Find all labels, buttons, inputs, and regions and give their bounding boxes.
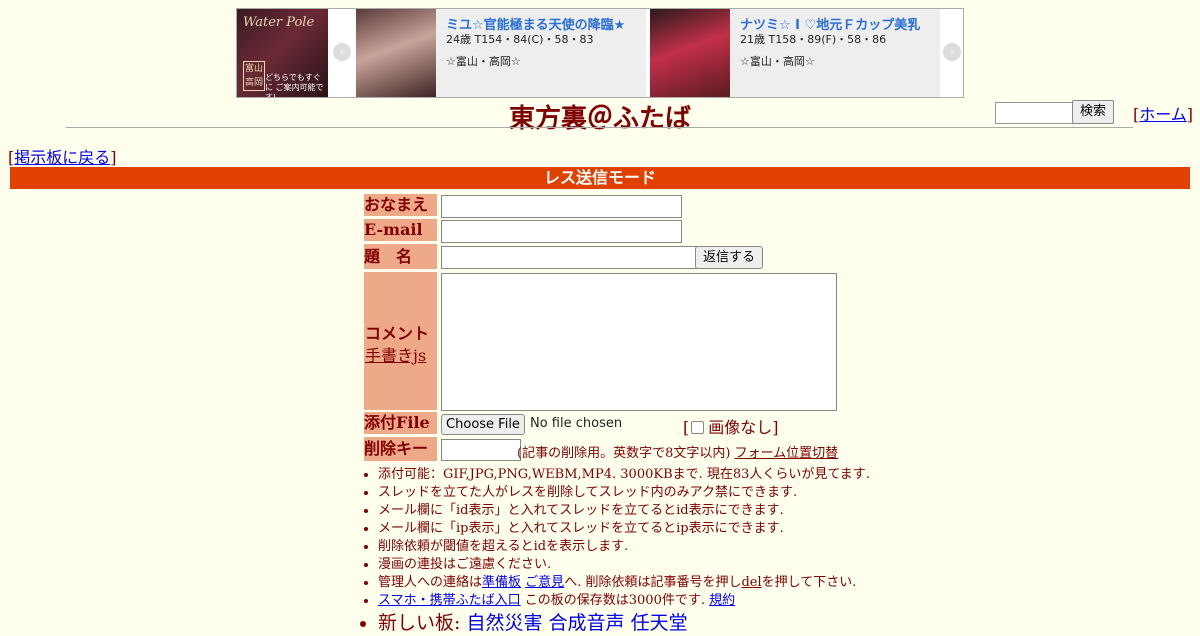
contact-item: 管理人への連絡は準備板 ご意見へ. 削除依頼は記事番号を押しdelを押して下さい… xyxy=(378,574,938,592)
banner-card[interactable]: ナツミ☆ I ♡地元Ｆカップ美乳 21歳 T158・89(F)・58・86 ☆富… xyxy=(650,9,940,97)
comment-label: コメント xyxy=(365,324,430,343)
banner-next-icon[interactable]: › xyxy=(943,43,961,61)
new-board-link[interactable]: 任天堂 xyxy=(631,612,688,634)
new-board-link[interactable]: 合成音声 xyxy=(549,612,625,634)
banner-side-image[interactable]: Water Pole 富山 高岡 どちらでもすぐに ご案内可能です! xyxy=(237,9,328,97)
card-spec: 24歳 T154・84(C)・58・83 xyxy=(446,33,594,46)
delkey-note: (記事の削除用。英数字で8文字以内) フォーム位置切替 xyxy=(517,442,838,461)
no-image-label: 画像なし xyxy=(708,418,773,437)
card-spec: 21歳 T158・89(F)・58・86 xyxy=(740,33,887,46)
reply-mode-bar: レス送信モード xyxy=(10,167,1190,189)
home-link-wrap: [ホーム] xyxy=(1133,105,1194,124)
delkey-note-text: (記事の削除用。英数字で8文字以内) xyxy=(517,446,731,461)
new-boards-label: 新しい板: xyxy=(378,612,461,634)
form-position-toggle-link[interactable]: フォーム位置切替 xyxy=(735,446,839,461)
search-button[interactable]: 検索 xyxy=(1072,100,1114,124)
mobile-text: この板の保存数は3000件です. xyxy=(520,593,705,608)
comment-field[interactable] xyxy=(441,273,837,411)
banner-card[interactable]: ミユ☆官能極まる天使の降臨★ 24歳 T154・84(C)・58・83 ☆富山・… xyxy=(356,9,646,97)
feedback-link[interactable]: ご意見 xyxy=(525,575,564,590)
file-label: 添付File xyxy=(364,412,437,434)
ad-banner[interactable]: Water Pole 富山 高岡 どちらでもすぐに ご案内可能です! ‹ ミユ☆… xyxy=(236,8,964,98)
mobile-item: スマホ・携帯ふたば入口 この板の保存数は3000件です. 規約 xyxy=(378,592,938,610)
reply-submit-button[interactable]: 返信する xyxy=(695,246,763,269)
delkey-label: 削除キー xyxy=(364,437,437,461)
list-item: 漫画の連投はご遠慮ください. xyxy=(378,556,938,574)
subject-field[interactable] xyxy=(441,246,699,269)
banner-side-badge: 富山 高岡 xyxy=(243,61,265,91)
contact-mid: へ. 削除依頼は記事番号を押し xyxy=(564,575,742,590)
list-item: メール欄に「ip表示」と入れてスレッドを立てるとip表示にできます. xyxy=(378,520,938,538)
prep-board-link[interactable]: 準備板 xyxy=(482,575,521,590)
rules-list: 添付可能：GIF,JPG,PNG,WEBM,MP4. 3000KBまで. 現在8… xyxy=(360,466,938,636)
file-status: No file chosen xyxy=(530,416,623,431)
banner-prev-icon[interactable]: ‹ xyxy=(333,43,351,61)
email-field[interactable] xyxy=(441,220,682,243)
choose-file-button[interactable]: Choose File xyxy=(441,414,525,435)
email-label: E-mail xyxy=(364,219,437,241)
list-item: メール欄に「id表示」と入れてスレッドを立てるとid表示にできます. xyxy=(378,502,938,520)
no-image-option: [画像なし] xyxy=(683,418,779,437)
name-label: おなまえ xyxy=(364,194,437,216)
contact-pre: 管理人への連絡は xyxy=(378,575,483,590)
handwrite-js-link[interactable]: 手書きjs xyxy=(365,342,426,366)
new-board-link[interactable]: 自然災害 xyxy=(466,612,542,634)
search-input[interactable] xyxy=(995,102,1075,124)
home-link[interactable]: ホーム xyxy=(1139,105,1187,124)
card-area: ☆富山・高岡☆ xyxy=(446,55,521,68)
list-item: 添付可能：GIF,JPG,PNG,WEBM,MP4. 3000KBまで. 現在8… xyxy=(378,466,938,484)
terms-link[interactable]: 規約 xyxy=(709,593,735,608)
new-boards-item: 新しい板: 自然災害 合成音声 任天堂 xyxy=(378,610,938,636)
delete-key-field[interactable] xyxy=(441,439,521,461)
card-area: ☆富山・高岡☆ xyxy=(740,55,815,68)
header-divider xyxy=(66,127,1133,128)
comment-label-cell: コメント 手書きjs xyxy=(364,272,437,410)
list-item: スレッドを立てた人がレスを削除してスレッド内のみアク禁にできます. xyxy=(378,484,938,502)
card-photo xyxy=(356,9,436,97)
card-photo xyxy=(650,9,730,97)
back-to-board-link[interactable]: 掲示板に戻る xyxy=(14,148,110,167)
contact-post: を押して下さい. xyxy=(761,575,857,590)
name-field[interactable] xyxy=(441,195,682,218)
banner-side-tagline: どちらでもすぐに ご案内可能です! xyxy=(265,73,324,98)
del-link[interactable]: del xyxy=(741,575,761,590)
banner-side-title: Water Pole xyxy=(243,15,315,30)
no-image-checkbox[interactable] xyxy=(691,421,705,434)
mobile-entry-link[interactable]: スマホ・携帯ふたば入口 xyxy=(378,593,521,608)
list-item: 削除依頼が閾値を超えるとidを表示します. xyxy=(378,538,938,556)
back-link-wrap: [掲示板に戻る] xyxy=(8,148,117,167)
subject-label: 題 名 xyxy=(364,244,437,269)
